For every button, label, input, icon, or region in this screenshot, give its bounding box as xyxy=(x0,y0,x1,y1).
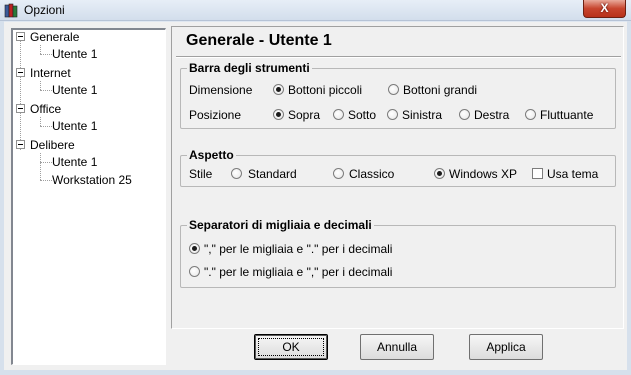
radio-label: Classico xyxy=(349,167,395,181)
title-divider xyxy=(176,56,621,58)
tree-item-generale[interactable]: Generale xyxy=(30,30,79,44)
window-title: Opzioni xyxy=(24,3,65,17)
tree-branch-line xyxy=(40,126,52,127)
radio-indicator xyxy=(189,266,200,277)
appearance-group: Aspetto Stile Standard Classico Windows … xyxy=(180,148,616,187)
radio-indicator xyxy=(231,168,242,179)
radio-indicator xyxy=(459,109,470,120)
radio-indicator xyxy=(273,109,284,120)
window-frame-bottom xyxy=(0,370,631,375)
tree-branch-line xyxy=(40,117,41,126)
tree-item-generale-utente[interactable]: Utente 1 xyxy=(52,47,97,61)
style-label: Stile xyxy=(189,167,213,181)
radio-indicator xyxy=(434,168,445,179)
radio-label: "," per le migliaia e "." per i decimali xyxy=(204,242,393,256)
radio-indicator xyxy=(333,109,344,120)
checkbox-indicator xyxy=(532,168,543,179)
checkbox-label: Usa tema xyxy=(547,167,599,181)
radio-label: Bottoni grandi xyxy=(403,83,478,97)
dialog-client-area: Generale Utente 1 Internet Utente 1 Offi… xyxy=(4,22,627,370)
dimension-label: Dimensione xyxy=(189,83,253,97)
options-tree[interactable]: Generale Utente 1 Internet Utente 1 Offi… xyxy=(11,28,166,365)
collapse-icon[interactable] xyxy=(16,104,25,113)
tree-branch-line xyxy=(40,54,52,55)
separators-group-title: Separatori di migliaia e decimali xyxy=(187,218,374,232)
window-frame-right xyxy=(627,21,631,375)
position-label: Posizione xyxy=(189,108,242,122)
tree-item-delibere-workstation[interactable]: Workstation 25 xyxy=(52,173,132,187)
tree-branch-line xyxy=(40,162,52,163)
radio-indicator xyxy=(273,84,284,95)
focus-rectangle xyxy=(258,338,324,356)
radio-indicator xyxy=(525,109,536,120)
radio-indicator xyxy=(388,84,399,95)
toolbar-group-title: Barra degli strumenti xyxy=(187,61,312,75)
radio-label: Destra xyxy=(474,108,510,122)
tree-branch-line xyxy=(40,81,41,90)
collapse-icon[interactable] xyxy=(16,32,25,41)
tree-branch-line xyxy=(40,90,52,91)
page-title: Generale - Utente 1 xyxy=(186,32,332,49)
settings-pane: Generale - Utente 1 Barra degli strument… xyxy=(171,26,624,329)
ok-button[interactable]: OK xyxy=(254,334,328,360)
separators-group: Separatori di migliaia e decimali "," pe… xyxy=(180,218,616,288)
collapse-icon[interactable] xyxy=(16,68,25,77)
tree-item-internet-utente[interactable]: Utente 1 xyxy=(52,83,97,97)
tree-item-delibere-utente[interactable]: Utente 1 xyxy=(52,155,97,169)
title-bar[interactable]: Opzioni X xyxy=(0,0,631,21)
tree-branch-line xyxy=(40,45,41,54)
close-button[interactable]: X xyxy=(583,0,626,18)
appearance-group-title: Aspetto xyxy=(187,148,236,162)
radio-indicator xyxy=(333,168,344,179)
radio-label: Windows XP xyxy=(449,167,518,181)
radio-label: Sinistra xyxy=(402,108,443,122)
radio-label: "." per le migliaia e "," per i decimali xyxy=(204,265,393,279)
tree-item-delibere[interactable]: Delibere xyxy=(30,138,75,152)
collapse-icon[interactable] xyxy=(16,140,25,149)
radio-indicator xyxy=(387,109,398,120)
radio-label: Sopra xyxy=(288,108,321,122)
apply-button[interactable]: Applica xyxy=(469,334,543,360)
toolbar-group: Barra degli strumenti Dimensione Bottoni… xyxy=(180,61,616,129)
tree-item-office-utente[interactable]: Utente 1 xyxy=(52,119,97,133)
radio-label: Standard xyxy=(248,167,297,181)
tree-root-line xyxy=(20,32,21,150)
tree-item-internet[interactable]: Internet xyxy=(30,66,71,80)
tree-branch-line xyxy=(40,153,41,180)
cancel-button[interactable]: Annulla xyxy=(360,334,434,360)
book-stack-icon xyxy=(4,3,18,18)
radio-label: Fluttuante xyxy=(540,108,594,122)
radio-label: Bottoni piccoli xyxy=(288,83,363,97)
radio-label: Sotto xyxy=(348,108,377,122)
tree-branch-line xyxy=(40,180,52,181)
tree-item-office[interactable]: Office xyxy=(30,102,61,116)
radio-indicator xyxy=(189,243,200,254)
